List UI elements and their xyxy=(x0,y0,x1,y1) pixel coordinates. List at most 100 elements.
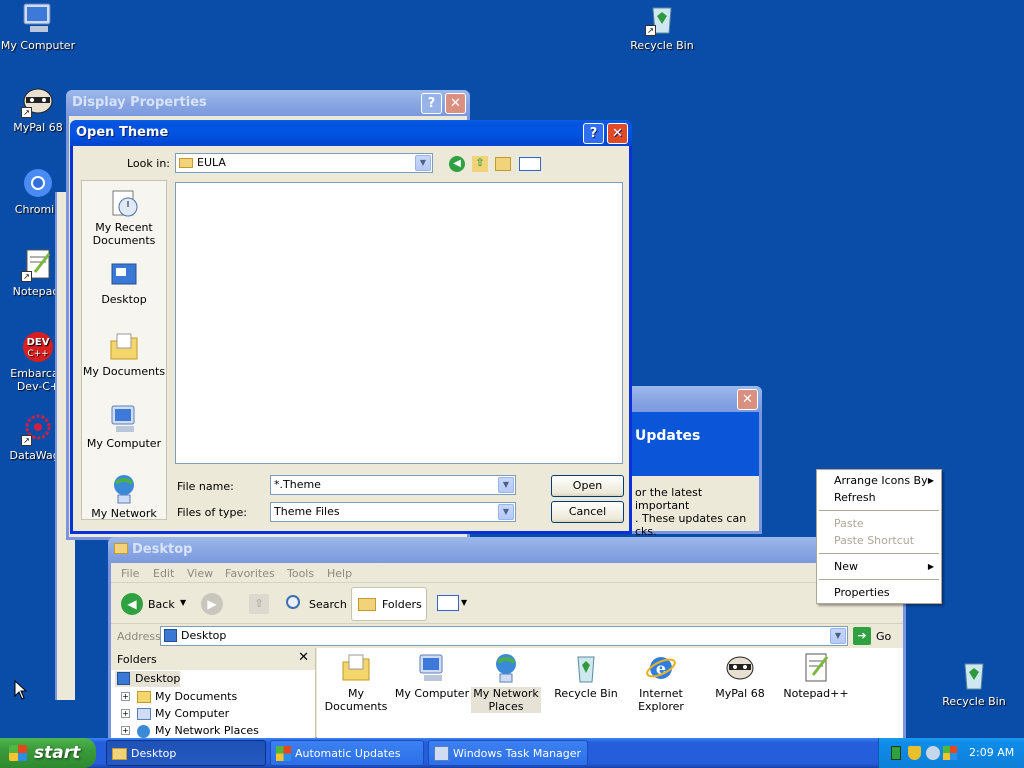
menu-item-new[interactable]: New xyxy=(834,560,858,573)
menu-tools[interactable]: Tools xyxy=(287,567,314,580)
updates-heading: Updates xyxy=(635,428,701,444)
tree-item-network-places[interactable]: + My Network Places xyxy=(121,723,259,739)
chevron-down-icon[interactable]: ▼ xyxy=(415,155,431,171)
place-label: Desktop xyxy=(101,293,147,306)
item-label: My Computer xyxy=(394,687,470,700)
close-icon[interactable]: ✕ xyxy=(445,93,466,114)
shortcut-arrow-icon: ↗ xyxy=(21,107,32,118)
desktop-icon-label: MyPal 68 xyxy=(13,121,63,134)
file-name-input[interactable]: *.Theme ▼ xyxy=(270,475,516,495)
up-folder-icon[interactable]: ⇧ xyxy=(249,594,269,614)
tree-item-my-documents[interactable]: + My Documents xyxy=(121,689,237,705)
new-folder-icon[interactable] xyxy=(495,157,511,171)
search-icon[interactable] xyxy=(286,595,300,609)
expand-icon[interactable]: + xyxy=(121,726,130,735)
item-notepadpp[interactable]: Notepad++ xyxy=(775,652,857,700)
back-dropdown-icon[interactable]: ▼ xyxy=(180,598,186,607)
menu-item-refresh[interactable]: Refresh xyxy=(834,491,876,504)
item-recycle-bin[interactable]: Recycle Bin xyxy=(547,652,625,700)
search-button-label[interactable]: Search xyxy=(309,598,347,611)
address-value: Desktop xyxy=(181,629,227,642)
menu-item-paste-shortcut: Paste Shortcut xyxy=(834,534,915,547)
toolbar: ◀ Back ▼ ▶ ⇧ Search Folders ▼ xyxy=(111,584,903,624)
back-button-label[interactable]: Back xyxy=(148,598,175,611)
cancel-button[interactable]: Cancel xyxy=(551,501,624,523)
place-my-network[interactable]: My Network xyxy=(82,473,166,520)
task-windows-task-manager[interactable]: Windows Task Manager xyxy=(428,740,588,766)
tree-item-desktop[interactable]: Desktop xyxy=(115,671,181,687)
tray-network-icon[interactable] xyxy=(926,746,940,760)
system-tray: 2:09 AM xyxy=(878,738,1024,768)
updates-text-line: or the latest important xyxy=(635,486,703,512)
my-computer-icon xyxy=(419,654,443,681)
menu-help[interactable]: Help xyxy=(327,567,352,580)
expand-icon[interactable]: + xyxy=(121,709,130,718)
views-icon[interactable] xyxy=(437,595,459,611)
help-icon[interactable]: ? xyxy=(421,93,442,114)
updates-text: or the latest important . These updates … xyxy=(635,486,759,538)
up-folder-icon[interactable]: ⇧ xyxy=(472,156,488,172)
menu-view[interactable]: View xyxy=(187,567,213,580)
recycle-bin-icon: ↗ xyxy=(645,2,679,36)
file-type-select[interactable]: Theme Files ▼ xyxy=(270,502,516,522)
look-in-select[interactable]: EULA ▼ xyxy=(175,153,433,173)
desktop-icon-mypal[interactable]: ↗ MyPal 68 xyxy=(0,84,76,134)
back-icon[interactable]: ◀ xyxy=(449,156,465,172)
menu-edit[interactable]: Edit xyxy=(153,567,174,580)
task-desktop[interactable]: Desktop xyxy=(106,740,266,766)
chevron-down-icon[interactable]: ▼ xyxy=(498,477,514,493)
my-documents-icon xyxy=(342,654,370,681)
close-icon[interactable]: ✕ xyxy=(607,123,628,144)
automatic-updates-window: ✕ Updates or the latest important . Thes… xyxy=(612,386,762,538)
place-my-documents[interactable]: My Documents xyxy=(82,331,166,378)
windows-logo-icon xyxy=(9,745,27,761)
mouse-cursor-icon xyxy=(14,680,28,700)
desktop-icon-my-computer[interactable]: My Computer xyxy=(0,2,76,52)
chevron-down-icon[interactable]: ▼ xyxy=(830,628,846,644)
file-list[interactable] xyxy=(175,182,623,464)
menu-file[interactable]: File xyxy=(121,567,139,580)
views-dropdown-icon[interactable]: ▼ xyxy=(461,598,467,607)
mypal-icon xyxy=(726,656,754,680)
desktop-icon-label: Recycle Bin xyxy=(942,695,1006,708)
desktop-icon-recycle-bin-top[interactable]: ↗ Recycle Bin xyxy=(624,2,700,52)
tray-shield-icon[interactable] xyxy=(908,746,921,760)
folders-button[interactable]: Folders xyxy=(351,587,427,621)
close-icon[interactable]: ✕ xyxy=(737,389,758,410)
item-internet-explorer[interactable]: e Internet Explorer xyxy=(625,652,697,713)
my-documents-icon xyxy=(108,331,140,363)
menu-item-arrange-icons-by[interactable]: Arrange Icons By xyxy=(834,474,928,487)
forward-arrow-icon[interactable]: ▶ xyxy=(201,593,223,615)
tray-monitor-icon[interactable] xyxy=(891,746,901,760)
item-mypal[interactable]: MyPal 68 xyxy=(703,652,777,700)
tree-item-my-computer[interactable]: + My Computer xyxy=(121,706,229,722)
go-arrow-icon[interactable]: ➔ xyxy=(853,627,871,645)
item-my-documents[interactable]: My Documents xyxy=(317,652,395,713)
address-bar: Address Desktop ▼ ➔ Go xyxy=(111,625,903,647)
view-menu-icon[interactable] xyxy=(519,157,541,171)
menu-favorites[interactable]: Favorites xyxy=(225,567,275,580)
my-documents-icon xyxy=(137,691,151,703)
place-my-computer[interactable]: My Computer xyxy=(82,403,166,450)
menu-item-properties[interactable]: Properties xyxy=(834,586,890,599)
item-label: Recycle Bin xyxy=(554,687,618,700)
place-desktop[interactable]: Desktop xyxy=(82,259,166,306)
item-network-places[interactable]: My Network Places xyxy=(471,652,541,713)
close-icon[interactable]: ✕ xyxy=(298,650,309,665)
start-button[interactable]: start xyxy=(0,738,96,768)
menu-separator xyxy=(819,579,939,580)
expand-icon[interactable]: + xyxy=(121,692,130,701)
desktop-icon-recycle-bin[interactable]: Recycle Bin xyxy=(936,658,1012,708)
back-arrow-icon[interactable]: ◀ xyxy=(121,593,143,615)
place-recent-documents[interactable]: My Recent Documents xyxy=(82,187,166,247)
chevron-down-icon[interactable]: ▼ xyxy=(498,504,514,520)
help-icon[interactable]: ? xyxy=(583,123,604,144)
go-button-label[interactable]: Go xyxy=(876,630,891,643)
svg-text:DEV: DEV xyxy=(27,337,50,348)
item-label: My Documents xyxy=(324,687,388,713)
tray-update-icon[interactable] xyxy=(943,746,957,760)
item-my-computer[interactable]: My Computer xyxy=(393,652,471,700)
task-automatic-updates[interactable]: Automatic Updates xyxy=(270,740,424,766)
open-button[interactable]: Open xyxy=(551,475,624,497)
address-input[interactable]: Desktop ▼ xyxy=(160,626,848,646)
